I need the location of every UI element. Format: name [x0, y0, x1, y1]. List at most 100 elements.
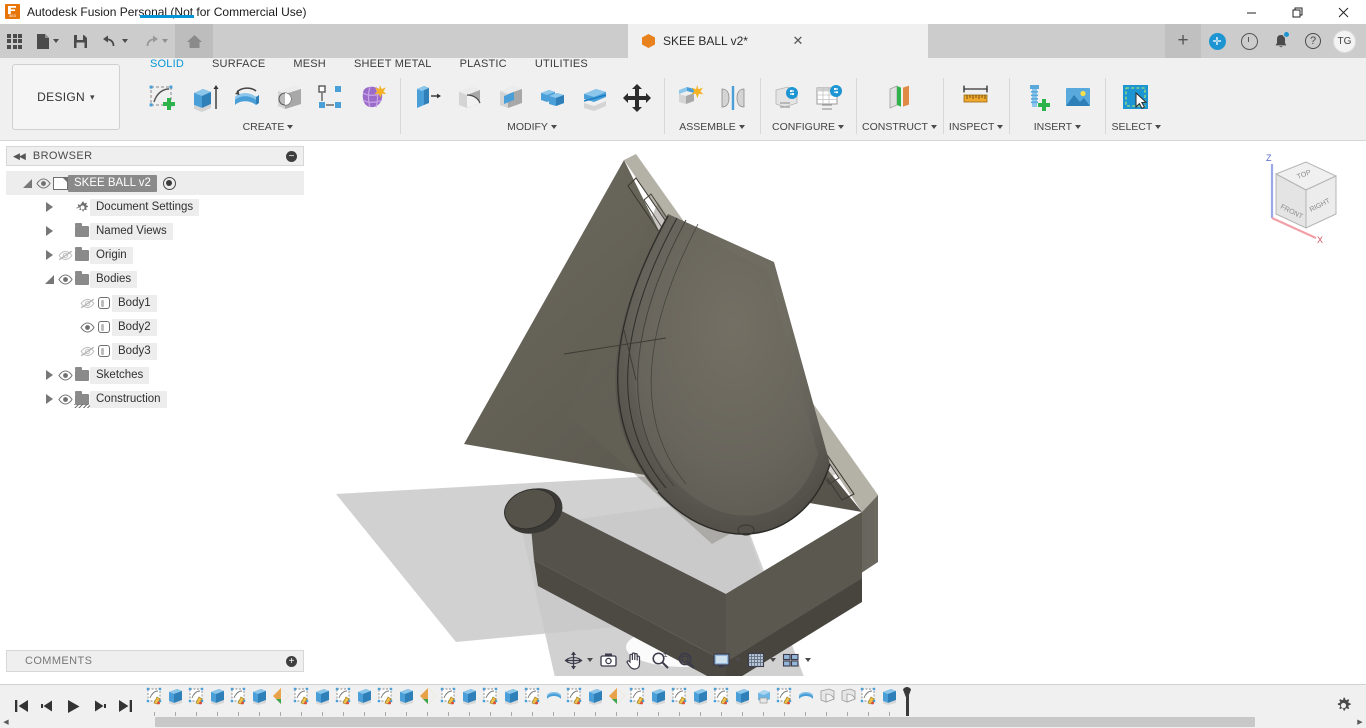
timeline-feature-sketch[interactable]	[186, 687, 207, 715]
look-at-button[interactable]	[595, 648, 621, 672]
new-tab-button[interactable]: +	[1165, 24, 1201, 58]
panel-label[interactable]: CONSTRUCT	[862, 120, 937, 134]
timeline-feature-extrude[interactable]	[501, 687, 522, 715]
timeline-feature-fillet-round[interactable]	[816, 687, 837, 715]
collapse-arrow-icon[interactable]	[42, 272, 56, 286]
pan-button[interactable]	[621, 648, 647, 672]
visibility-eye-icon[interactable]	[78, 320, 96, 334]
timeline-feature-extrude[interactable]	[396, 687, 417, 715]
document-tab-close-icon[interactable]: ✕	[790, 33, 806, 49]
help-button[interactable]: ?	[1297, 24, 1329, 58]
expand-arrow-icon[interactable]	[42, 368, 56, 382]
timeline-feature-sketch[interactable]	[522, 687, 543, 715]
timeline-settings-gear-icon[interactable]	[1335, 697, 1352, 717]
timeline-feature-fillet-round[interactable]	[837, 687, 858, 715]
grid-snaps-button[interactable]	[743, 648, 778, 672]
new-document-button[interactable]	[29, 24, 66, 58]
timeline-feature-sketch[interactable]	[291, 687, 312, 715]
press-pull-button[interactable]	[406, 76, 448, 120]
measure-button[interactable]	[955, 76, 997, 120]
insert-canvas-button[interactable]	[1057, 76, 1099, 120]
panel-label[interactable]: INSERT	[1034, 120, 1082, 134]
extensions-button[interactable]: ✛	[1201, 24, 1233, 58]
add-comment-icon[interactable]: +	[286, 655, 297, 667]
fit-button[interactable]	[673, 648, 708, 672]
notifications-button[interactable]	[1265, 24, 1297, 58]
timeline-feature-sketch[interactable]	[333, 687, 354, 715]
timeline-feature-sketch[interactable]	[564, 687, 585, 715]
job-status-button[interactable]	[1233, 24, 1265, 58]
scroll-left-icon[interactable]: ◀	[0, 716, 12, 728]
ribbon-tab-sheet-metal[interactable]: SHEET METAL	[340, 58, 446, 76]
visibility-eye-hidden-icon[interactable]	[56, 248, 74, 262]
browser-node-skee-ball-v2[interactable]: SKEE BALL v2	[6, 171, 304, 195]
extrude-button[interactable]	[184, 76, 226, 120]
create-sketch-button[interactable]	[142, 76, 184, 120]
new-component-button[interactable]	[670, 76, 712, 120]
timeline-feature-extrude[interactable]	[648, 687, 669, 715]
comments-panel[interactable]: COMMENTS +	[6, 650, 304, 672]
panel-label[interactable]: ASSEMBLE	[679, 120, 745, 134]
maximize-button[interactable]	[1274, 0, 1320, 24]
close-button[interactable]	[1320, 0, 1366, 24]
expand-arrow-icon[interactable]	[42, 200, 56, 214]
browser-node-construction[interactable]: Construction	[6, 387, 304, 411]
timeline-feature-sketch[interactable]	[144, 687, 165, 715]
minimize-button[interactable]	[1228, 0, 1274, 24]
ribbon-tab-plastic[interactable]: PLASTIC	[446, 58, 521, 76]
timeline-feature-extrude[interactable]	[690, 687, 711, 715]
joint-button[interactable]	[712, 76, 754, 120]
timeline-feature-extrude[interactable]	[585, 687, 606, 715]
hole-button[interactable]	[268, 76, 310, 120]
move-copy-button[interactable]	[616, 76, 658, 120]
home-button[interactable]	[175, 24, 213, 58]
save-button[interactable]	[66, 24, 95, 58]
browser-node-sketches[interactable]: Sketches	[6, 363, 304, 387]
timeline-feature-sketch[interactable]	[438, 687, 459, 715]
select-window-button[interactable]	[1115, 76, 1157, 120]
timeline-feature-extrude[interactable]	[207, 687, 228, 715]
timeline-feature-sketch[interactable]	[228, 687, 249, 715]
pattern-button[interactable]	[310, 76, 352, 120]
visibility-eye-icon[interactable]	[34, 176, 52, 190]
fillet-button[interactable]	[448, 76, 490, 120]
timeline-feature-extrude[interactable]	[879, 687, 900, 715]
visibility-eye-icon[interactable]	[56, 392, 74, 406]
timeline-feature-sketch[interactable]	[858, 687, 879, 715]
expand-arrow-icon[interactable]	[42, 224, 56, 238]
browser-minimize-icon[interactable]: −	[286, 150, 297, 162]
browser-node-named-views[interactable]: Named Views	[6, 219, 304, 243]
ribbon-tab-surface[interactable]: SURFACE	[198, 58, 279, 76]
timeline-feature-sketch[interactable]	[480, 687, 501, 715]
offset-plane-button[interactable]	[878, 76, 920, 120]
browser-node-bodies[interactable]: Bodies	[6, 267, 304, 291]
visibility-eye-hidden-icon[interactable]	[78, 296, 96, 310]
panel-label[interactable]: MODIFY	[507, 120, 557, 134]
expand-arrow-icon[interactable]	[42, 248, 56, 262]
apps-grid-button[interactable]	[0, 24, 29, 58]
timeline-feature-extrude[interactable]	[732, 687, 753, 715]
panel-label[interactable]: SELECT	[1111, 120, 1162, 134]
display-settings-button[interactable]	[708, 648, 743, 672]
timeline-feature-sketch[interactable]	[375, 687, 396, 715]
timeline-feature-extrude[interactable]	[312, 687, 333, 715]
browser-node-body3[interactable]: Body3	[6, 339, 304, 363]
combine-button[interactable]	[532, 76, 574, 120]
timeline-feature-sketch[interactable]	[669, 687, 690, 715]
design-canvas[interactable]: Z X TOP FRONT RIGHT	[306, 142, 1366, 676]
revolve-button[interactable]	[226, 76, 268, 120]
scroll-right-icon[interactable]: ▶	[1354, 716, 1366, 728]
timeline-feature-revolve[interactable]	[795, 687, 816, 715]
zoom-button[interactable]: ±	[647, 648, 673, 672]
timeline-feature-extrude[interactable]	[249, 687, 270, 715]
panel-label[interactable]: INSPECT	[949, 120, 1004, 134]
panel-label[interactable]: CONFIGURE	[772, 120, 844, 134]
horizontal-scrollbar[interactable]: ◀ ▶	[0, 716, 1366, 728]
browser-node-body1[interactable]: Body1	[6, 291, 304, 315]
viewports-button[interactable]	[778, 648, 813, 672]
timeline-feature-revolve[interactable]	[543, 687, 564, 715]
timeline-feature-extrude[interactable]	[165, 687, 186, 715]
visibility-eye-hidden-icon[interactable]	[78, 344, 96, 358]
browser-collapse-icon[interactable]: ◀◀	[13, 151, 26, 162]
panel-label[interactable]: CREATE	[243, 120, 294, 134]
